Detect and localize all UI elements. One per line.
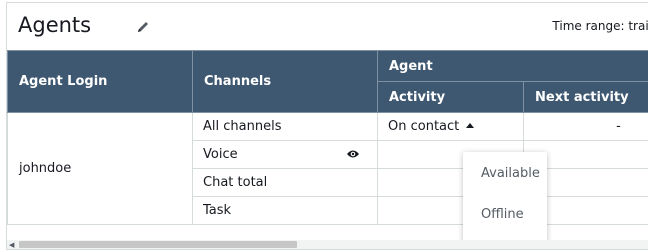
agent-login-cell: johndoe <box>7 112 193 225</box>
panel-header: Agents Time range: trail <box>7 3 648 50</box>
column-group-agent: Agent <box>377 50 648 82</box>
channel-label: Voice <box>203 147 238 162</box>
column-header-next-activity[interactable]: Next activity <box>523 81 648 113</box>
page-title: Agents <box>18 13 92 37</box>
horizontal-scrollbar[interactable]: ◀ <box>7 240 648 249</box>
column-header-channels[interactable]: Channels <box>192 50 378 113</box>
activity-dropdown: Available Offline <box>463 152 547 245</box>
activity-value: On contact <box>388 119 460 134</box>
caret-up-icon[interactable] <box>466 123 475 128</box>
eye-icon[interactable] <box>346 148 360 160</box>
time-range-label[interactable]: Time range: trail <box>552 19 648 33</box>
channel-cell-all: All channels <box>192 112 378 141</box>
dropdown-option-offline[interactable]: Offline <box>481 207 524 222</box>
scrollbar-thumb[interactable] <box>19 241 297 248</box>
pencil-icon[interactable] <box>135 19 151 35</box>
channel-cell-voice: Voice <box>192 140 378 169</box>
column-header-agent-login[interactable]: Agent Login <box>7 50 193 113</box>
scroll-left-icon[interactable]: ◀ <box>9 241 14 249</box>
agents-panel: Agents Time range: trail Agent Login Cha… <box>6 2 648 250</box>
column-header-activity[interactable]: Activity <box>377 81 524 113</box>
next-activity-cell: - <box>523 112 648 141</box>
agents-table: Agent Login Channels Agent Activity Next… <box>7 50 648 225</box>
channel-cell-task: Task <box>192 196 378 225</box>
dropdown-option-available[interactable]: Available <box>481 166 540 181</box>
activity-cell[interactable]: On contact <box>377 112 524 141</box>
channel-cell-chat: Chat total <box>192 168 378 197</box>
table-row: johndoe All channels On contact - <box>7 112 648 225</box>
